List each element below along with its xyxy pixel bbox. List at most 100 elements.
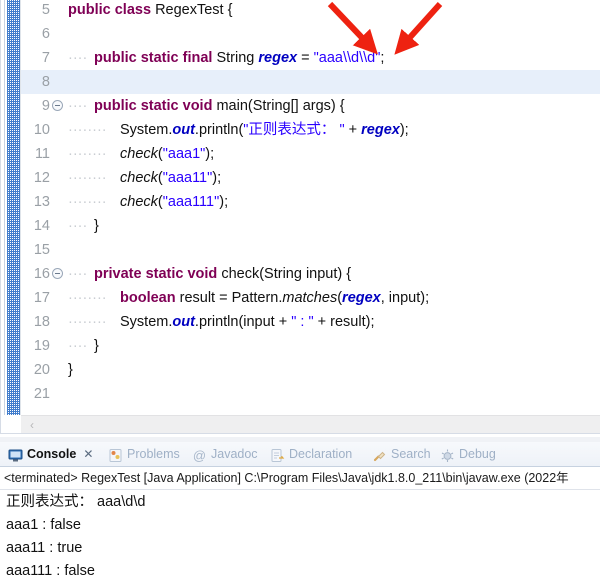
tab-search[interactable]: Search <box>372 442 431 466</box>
indent-guide: ········ <box>68 170 107 186</box>
console-icon-wrap <box>8 447 23 462</box>
token-plain: + result); <box>313 314 375 330</box>
editor-left-border <box>0 0 1 434</box>
code-text: ········ System.out.println(input + " : "… <box>68 310 375 334</box>
declaration-icon <box>271 448 285 462</box>
problems-icon-wrap <box>108 447 123 462</box>
editor-horizontal-scrollbar[interactable]: ‹ <box>21 415 600 434</box>
code-line-list[interactable]: 5 public class RegexTest {6 7 ···· public st… <box>0 0 600 406</box>
search-icon-wrap <box>372 447 387 462</box>
indent-guide: ········ <box>68 290 107 306</box>
code-text: ···· public static void main(String[] arg… <box>68 94 345 118</box>
token-plain: check(String input) { <box>221 266 352 282</box>
indent-guide: ········ <box>68 146 107 162</box>
token-plain: + <box>344 122 362 138</box>
indent-guide: ···· <box>68 266 88 282</box>
code-line[interactable]: 16 ···· private static void check(String i… <box>0 262 600 286</box>
token-plain: ); <box>399 122 409 138</box>
line-number: 10 <box>33 122 50 138</box>
eclipse-ide-window: 5 public class RegexTest {6 7 ···· public st… <box>0 0 600 583</box>
token-plain: } <box>94 338 99 354</box>
code-line[interactable]: 17 ········ boolean result = Pattern.match… <box>0 286 600 310</box>
code-text: ········ System.out.println("正则表达式： " + r… <box>68 118 409 142</box>
tab-problems[interactable]: Problems <box>108 442 180 466</box>
console-output-line: 正则表达式： aaa\d\d <box>6 494 146 510</box>
scroll-left-arrow-icon[interactable]: ‹ <box>27 419 37 431</box>
token-str: "aaa11" <box>162 170 213 186</box>
token-fld: regex <box>258 50 298 66</box>
line-number: 21 <box>33 386 50 402</box>
editor-bottom-border <box>0 433 600 434</box>
search-icon <box>373 451 386 461</box>
token-fld: regex <box>342 290 381 306</box>
code-line[interactable]: 18 ········ System.out.println(input + " :… <box>0 310 600 334</box>
token-mth: matches <box>282 290 338 306</box>
tab-debug[interactable]: Debug <box>440 442 496 466</box>
token-plain: result = Pattern. <box>179 290 283 306</box>
token-kw: boolean <box>120 290 180 306</box>
token-mth: check <box>120 170 158 186</box>
tab-console[interactable]: Console ✕ <box>8 442 93 466</box>
tab-label: Javadoc <box>211 447 258 461</box>
code-line[interactable]: 15 <box>0 238 600 262</box>
code-line[interactable]: 19 ····} <box>0 334 600 358</box>
indent-guide: ········ <box>68 122 107 138</box>
token-kw: private static void <box>94 266 222 282</box>
indent-guide: ···· <box>68 338 88 354</box>
code-line[interactable]: 8 <box>0 70 600 94</box>
token-plain: ); <box>219 194 229 210</box>
token-str: "aaa\\d\\d" <box>313 50 381 66</box>
line-number: 6 <box>41 26 50 42</box>
code-text: public class RegexTest { <box>68 0 232 22</box>
debug-icon-wrap <box>440 447 455 462</box>
code-line[interactable]: 12 ········ check("aaa11"); <box>0 166 600 190</box>
token-plain: ); <box>212 170 222 186</box>
indent-guide: ···· <box>68 218 88 234</box>
line-number: 14 <box>33 218 50 234</box>
code-line[interactable]: 13 ········ check("aaa111"); <box>0 190 600 214</box>
svg-text:@: @ <box>193 448 206 463</box>
token-plain: System. <box>120 122 173 138</box>
token-mth: check <box>120 194 158 210</box>
console-output-line: aaa11 : true <box>6 540 83 556</box>
token-kw: public <box>68 2 115 18</box>
token-kw: class <box>114 2 156 18</box>
token-str: " : " <box>291 314 314 330</box>
token-str: "正则表达式： " <box>243 122 345 138</box>
token-fld: out <box>172 122 195 138</box>
tab-label: Problems <box>127 447 180 461</box>
console-header-divider <box>0 489 600 490</box>
code-line[interactable]: 6 <box>0 22 600 46</box>
close-icon[interactable]: ✕ <box>83 442 93 466</box>
code-text: ···· private static void check(String inp… <box>68 262 352 286</box>
code-line[interactable]: 14 ····} <box>0 214 600 238</box>
console-output-line: aaa111 : false <box>6 563 95 579</box>
code-text: ····} <box>68 214 99 238</box>
code-line[interactable]: 9 ···· public static void main(String[] ar… <box>0 94 600 118</box>
tab-javadoc[interactable]: @ Javadoc <box>192 442 258 466</box>
terminated-process-label: <terminated> RegexTest [Java Application… <box>4 471 569 485</box>
fold-collapse-icon[interactable] <box>52 100 63 111</box>
fold-collapse-icon[interactable] <box>52 268 63 279</box>
code-line[interactable]: 21 <box>0 382 600 406</box>
declaration-icon-wrap <box>270 447 285 462</box>
code-text: ········ check("aaa1"); <box>68 142 214 166</box>
code-line[interactable]: 20} <box>0 358 600 382</box>
code-line[interactable]: 11 ········ check("aaa1"); <box>0 142 600 166</box>
console-view-tabbar[interactable]: Console ✕ Problems @ Javadoc Declaration Searc… <box>0 442 600 467</box>
tab-declaration[interactable]: Declaration <box>270 442 352 466</box>
code-line[interactable]: 10 ········ System.out.println("正则表达式： " +… <box>0 118 600 142</box>
token-plain: .println(input + <box>194 314 292 330</box>
token-kw: public static final <box>94 50 217 66</box>
console-output-line: aaa1 : false <box>6 517 81 533</box>
line-number: 17 <box>33 290 50 306</box>
code-line[interactable]: 5 public class RegexTest { <box>0 0 600 22</box>
java-source-editor[interactable]: 5 public class RegexTest {6 7 ···· public st… <box>0 0 600 437</box>
code-text: ········ check("aaa111"); <box>68 190 229 214</box>
indent-guide: ········ <box>68 314 107 330</box>
code-line[interactable]: 7 ···· public static final String regex = … <box>0 46 600 70</box>
indent-guide: ···· <box>68 50 88 66</box>
token-plain: .println( <box>194 122 244 138</box>
line-number: 13 <box>33 194 50 210</box>
code-text: ···· public static final String regex = "… <box>68 46 384 70</box>
